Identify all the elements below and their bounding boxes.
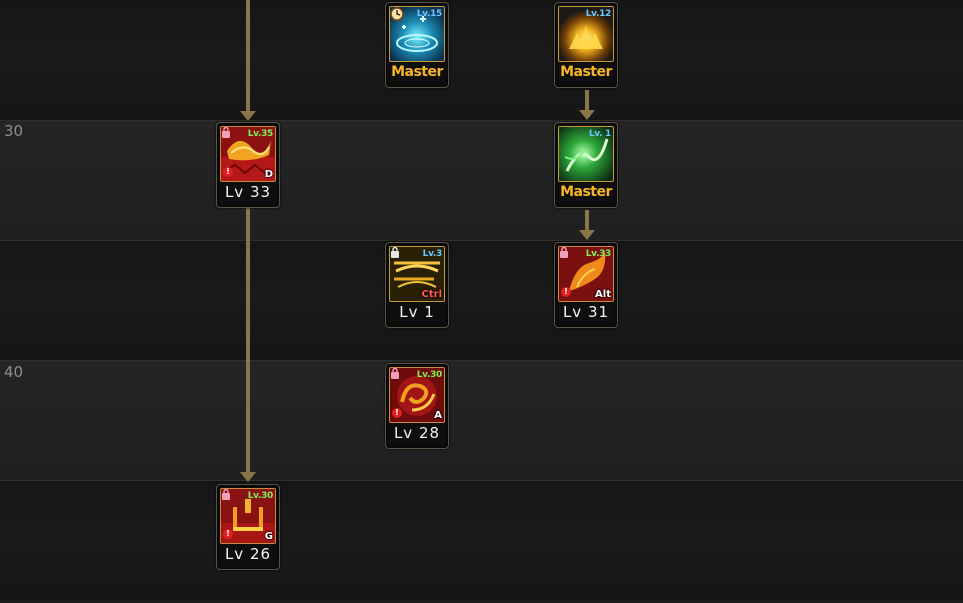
skill-level-tag: Lv.12	[585, 9, 612, 19]
skill-master-label: Master	[560, 184, 612, 200]
row-divider	[0, 360, 963, 361]
row-divider	[0, 480, 963, 481]
skill-level-tag: Lv.35	[247, 129, 274, 139]
skill-slot-fire-strike[interactable]: Lv.35 ! D Lv 33	[216, 122, 280, 208]
skill-slot-flame-burst[interactable]: Lv.12 Master	[554, 2, 618, 88]
lock-icon	[560, 247, 568, 258]
skill-level-label: Lv 33	[224, 183, 272, 201]
skill-level-tag: Lv. 1	[588, 129, 611, 139]
skill-level-tag: Lv.33	[585, 249, 612, 259]
skill-slot-fire-swirl[interactable]: Lv.30 ! A Lv 28	[385, 363, 449, 449]
skill-row-band	[0, 240, 963, 360]
row-level-label-30: 30	[4, 122, 24, 140]
skill-hotkey: Alt	[595, 289, 611, 300]
lock-icon	[391, 368, 399, 379]
skill-level-tag: Lv.30	[247, 491, 274, 501]
skill-hotkey: G	[264, 531, 273, 542]
prerequisite-connector	[246, 208, 250, 473]
lock-icon	[222, 127, 230, 138]
frost-magic-circle-icon: Lv.15	[389, 6, 445, 62]
skill-hotkey: D	[264, 169, 273, 180]
skill-level-tag: Lv.30	[416, 370, 443, 380]
skill-level-label: Lv 31	[562, 303, 610, 321]
row-divider	[0, 120, 963, 121]
connector-arrow-icon	[240, 111, 256, 121]
skill-row-band	[0, 360, 963, 480]
skill-level-label: Lv 28	[393, 424, 441, 442]
skill-level-label: Lv 26	[224, 545, 272, 563]
connector-arrow-icon	[579, 110, 595, 120]
row-level-label-40: 40	[4, 363, 24, 381]
flame-burst-icon: Lv.12	[558, 6, 614, 62]
skill-level-label: Lv 1	[399, 303, 435, 321]
warning-alert-icon: !	[561, 287, 571, 297]
skill-master-label: Master	[560, 64, 612, 80]
fire-swirl-icon: Lv.30 ! A	[389, 367, 445, 423]
lock-icon	[391, 247, 399, 258]
skill-row-band	[0, 480, 963, 600]
cooldown-clock-icon	[390, 7, 404, 21]
skill-slot-blade-pillar[interactable]: Lv.30 ! G Lv 26	[216, 484, 280, 570]
skill-hotkey: A	[434, 410, 442, 421]
lock-icon	[222, 489, 230, 500]
skill-level-tag: Lv.3	[422, 249, 443, 259]
prerequisite-connector	[585, 210, 589, 231]
connector-arrow-icon	[240, 472, 256, 482]
skill-master-label: Master	[391, 64, 443, 80]
skill-slot-frost-circle[interactable]: Lv.15 Master	[385, 2, 449, 88]
skill-level-tag: Lv.15	[416, 9, 443, 19]
skill-hotkey: Ctrl	[421, 289, 442, 300]
warning-alert-icon: !	[392, 408, 402, 418]
row-divider	[0, 240, 963, 241]
skill-row-band	[0, 120, 963, 240]
prerequisite-connector	[246, 0, 250, 113]
green-aura-icon: Lv. 1	[558, 126, 614, 182]
warning-alert-icon: !	[223, 529, 233, 539]
skill-row-band	[0, 0, 963, 120]
warning-alert-icon: !	[223, 167, 233, 177]
blade-pillar-icon: Lv.30 ! G	[220, 488, 276, 544]
skill-slot-flame-dash[interactable]: Lv.33 ! Alt Lv 31	[554, 242, 618, 328]
connector-arrow-icon	[579, 230, 595, 240]
skill-slot-green-aura[interactable]: Lv. 1 Master	[554, 122, 618, 208]
prerequisite-connector	[585, 90, 589, 111]
skill-slot-golden-wave[interactable]: Lv.3 Ctrl Lv 1	[385, 242, 449, 328]
golden-wave-icon: Lv.3 Ctrl	[389, 246, 445, 302]
fire-strike-icon: Lv.35 ! D	[220, 126, 276, 182]
flame-dash-icon: Lv.33 ! Alt	[558, 246, 614, 302]
